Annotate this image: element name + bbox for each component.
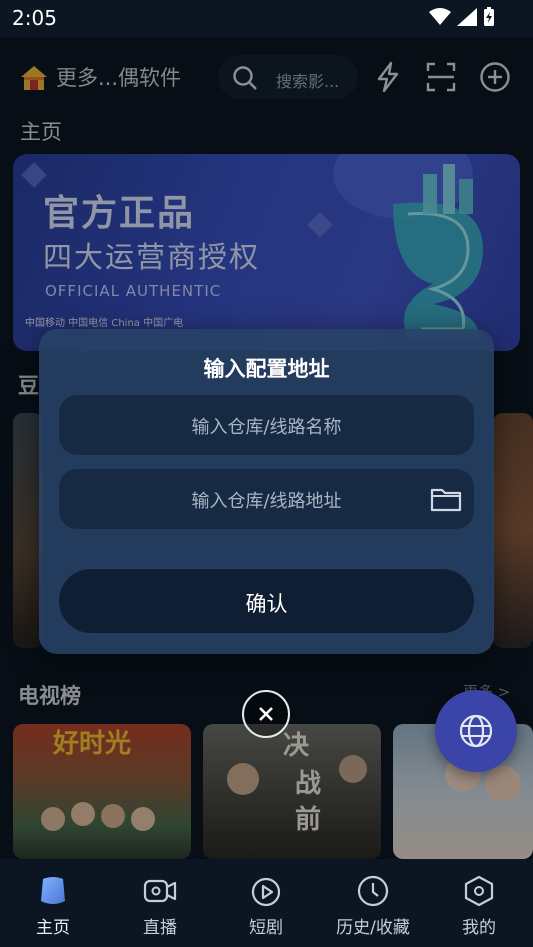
globe-fab-button[interactable]	[435, 690, 517, 772]
repo-url-placeholder: 输入仓库/线路地址	[191, 491, 342, 512]
nav-item-history[interactable]: 历史/收藏	[323, 875, 423, 938]
wifi-icon	[429, 8, 451, 25]
play-circle-icon	[251, 877, 281, 907]
dialog-title: 输入配置地址	[203, 357, 330, 381]
status-icons	[429, 7, 495, 27]
nav-item-short-drama[interactable]: 短剧	[216, 875, 316, 938]
confirm-button[interactable]: 确认	[59, 569, 474, 633]
battery-icon	[484, 7, 494, 26]
nav-label: 直播	[143, 918, 177, 938]
home-icon	[41, 877, 65, 904]
profile-hexagon-icon	[464, 875, 494, 907]
repo-name-placeholder: 输入仓库/线路名称	[191, 417, 342, 438]
nav-label: 历史/收藏	[336, 918, 410, 938]
bottom-nav: 主页 直播 短剧 历史/收藏 我的	[0, 859, 533, 947]
globe-icon	[459, 714, 493, 748]
status-bar: 2:05	[0, 0, 533, 38]
nav-item-live[interactable]: 直播	[110, 875, 210, 938]
nav-label: 主页	[36, 918, 70, 938]
nav-label: 短剧	[249, 918, 283, 938]
repo-name-input[interactable]: 输入仓库/线路名称	[59, 395, 474, 455]
video-camera-icon	[143, 879, 177, 903]
close-icon	[259, 707, 273, 721]
nav-label: 我的	[462, 918, 496, 938]
folder-icon[interactable]	[430, 486, 462, 512]
config-address-dialog: 输入配置地址 输入仓库/线路名称 输入仓库/线路地址 确认	[39, 329, 494, 654]
nav-item-home[interactable]: 主页	[3, 875, 103, 938]
signal-icon	[457, 8, 477, 26]
repo-url-input[interactable]: 输入仓库/线路地址	[59, 469, 474, 529]
close-dialog-button[interactable]	[242, 690, 290, 738]
confirm-button-label: 确认	[245, 592, 288, 616]
nav-item-mine[interactable]: 我的	[429, 875, 529, 938]
status-time: 2:05	[12, 6, 57, 30]
clock-icon	[357, 875, 389, 907]
